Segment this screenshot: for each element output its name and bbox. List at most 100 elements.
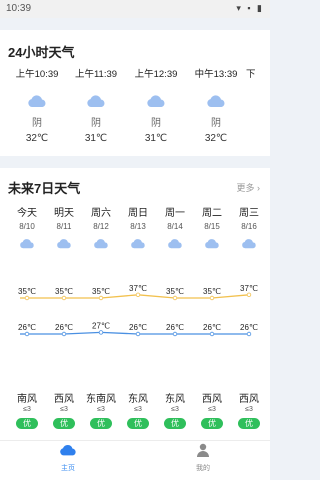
high-temp-point [135, 292, 141, 297]
wind-column: 南风 ≤3 优 [9, 390, 45, 431]
hourly-title: 24小时天气 [8, 45, 75, 60]
cloud-icon [28, 95, 46, 107]
wind-level: ≤3 [60, 406, 68, 413]
nav-home[interactable]: 主页 [38, 443, 98, 473]
day-column[interactable]: 明天 8/11 [46, 204, 82, 249]
hour-temp: 31℃ [144, 133, 168, 144]
day-date: 8/16 [241, 222, 257, 231]
aqi-badge: 优 [238, 418, 260, 429]
cloud-icon [94, 239, 108, 249]
nav-me[interactable]: 我的 [173, 443, 233, 473]
hour-temp: 32℃ [204, 133, 228, 144]
low-temp-point [209, 331, 215, 337]
status-bar: 10:39 ▾ ▪ ▮ [0, 0, 270, 18]
day-name: 明天 [54, 208, 74, 219]
wind-direction: 西风 [202, 394, 222, 405]
hour-condition: 阴 [151, 118, 161, 129]
bottom-nav: 主页 我的 [0, 440, 270, 480]
wind-level: ≤3 [171, 406, 179, 413]
wind-level: ≤3 [245, 406, 253, 413]
wind-direction: 东风 [165, 394, 185, 405]
wind-level: ≤3 [23, 406, 31, 413]
high-temp-label: 35℃ [166, 287, 184, 296]
day-name: 周三 [239, 208, 259, 219]
aqi-badge: 优 [16, 418, 38, 429]
high-temp-label: 35℃ [203, 287, 221, 296]
hourly-list[interactable]: 上午10:39 阴 32℃ 上午11:39 阴 31℃ 上午12:39 阴 31… [0, 66, 300, 152]
day-date: 8/12 [93, 222, 109, 231]
high-temp-label: 35℃ [55, 287, 73, 296]
high-temp-point [98, 295, 104, 301]
day-name: 今天 [17, 208, 37, 219]
low-temp-point [24, 331, 30, 337]
wind-direction: 东风 [128, 394, 148, 405]
daily-title: 未来7日天气 [8, 181, 81, 196]
cloud-icon [57, 239, 71, 249]
aqi-badge: 优 [127, 418, 149, 429]
hour-time: 中午13:39 [194, 69, 238, 80]
hour-condition: 阴 [32, 118, 42, 129]
hour-temp: 31℃ [84, 133, 108, 144]
high-temp-point [61, 295, 67, 301]
day-name: 周一 [165, 208, 185, 219]
chevron-right-icon: › [257, 183, 260, 193]
high-temp-point [246, 292, 252, 297]
status-icons: ▾ ▪ ▮ [236, 3, 264, 13]
hour-condition: 阴 [211, 118, 221, 129]
cloud-icon [60, 444, 76, 456]
more-link[interactable]: 更多 › [236, 181, 260, 194]
cloud-icon [242, 239, 256, 249]
person-icon [197, 443, 209, 457]
more-label: 更多 [236, 183, 255, 193]
low-temp-label: 26℃ [203, 323, 221, 332]
nav-home-label: 主页 [61, 465, 75, 472]
high-temp-label: 37℃ [129, 284, 147, 293]
cloud-icon [147, 95, 165, 107]
wind-level: ≤3 [134, 406, 142, 413]
wind-column: 东南风 ≤3 优 [83, 390, 119, 431]
low-temp-label: 26℃ [55, 323, 73, 332]
high-temp-point [24, 295, 30, 301]
status-time: 10:39 [6, 3, 32, 14]
wind-direction: 西风 [54, 394, 74, 405]
wind-level: ≤3 [208, 406, 216, 413]
day-column[interactable]: 周六 8/12 [83, 204, 119, 249]
hour-item: 上午10:39 阴 32℃ [7, 66, 67, 144]
high-temp-point [209, 295, 215, 301]
day-column[interactable]: 今天 8/10 [9, 204, 45, 249]
day-column[interactable]: 周二 8/15 [194, 204, 230, 249]
low-temp-point [172, 331, 178, 337]
hour-item: 下 [246, 66, 266, 80]
low-temp-point [135, 331, 141, 337]
hour-condition: 阴 [91, 118, 101, 129]
day-date: 8/14 [167, 222, 183, 231]
aqi-badge: 优 [201, 418, 223, 429]
high-temp-label: 37℃ [240, 284, 258, 293]
hour-item: 上午11:39 阴 31℃ [66, 66, 126, 144]
low-temp-label: 26℃ [240, 323, 258, 332]
day-column[interactable]: 周三 8/16 [231, 204, 267, 249]
cloud-icon [131, 239, 145, 249]
high-temp-point [172, 295, 178, 301]
aqi-badge: 优 [164, 418, 186, 429]
wind-level: ≤3 [97, 406, 105, 413]
wind-column: 东风 ≤3 优 [120, 390, 156, 431]
low-temp-label: 26℃ [129, 323, 147, 332]
wind-direction: 南风 [17, 394, 37, 405]
day-date: 8/13 [130, 222, 146, 231]
day-name: 周六 [91, 208, 111, 219]
wind-column: 西风 ≤3 优 [46, 390, 82, 431]
day-date: 8/15 [204, 222, 220, 231]
high-temp-label: 35℃ [18, 287, 36, 296]
day-column[interactable]: 周日 8/13 [120, 204, 156, 249]
aqi-badge: 优 [90, 418, 112, 429]
hour-time: 上午10:39 [15, 69, 59, 80]
low-temp-label: 26℃ [166, 323, 184, 332]
hour-time: 上午11:39 [74, 69, 118, 80]
cloud-icon [168, 239, 182, 249]
high-temp-label: 35℃ [92, 287, 110, 296]
day-column[interactable]: 周一 8/14 [157, 204, 193, 249]
day-date: 8/10 [19, 222, 35, 231]
low-temp-label: 27℃ [92, 321, 110, 330]
cloud-icon [87, 95, 105, 107]
